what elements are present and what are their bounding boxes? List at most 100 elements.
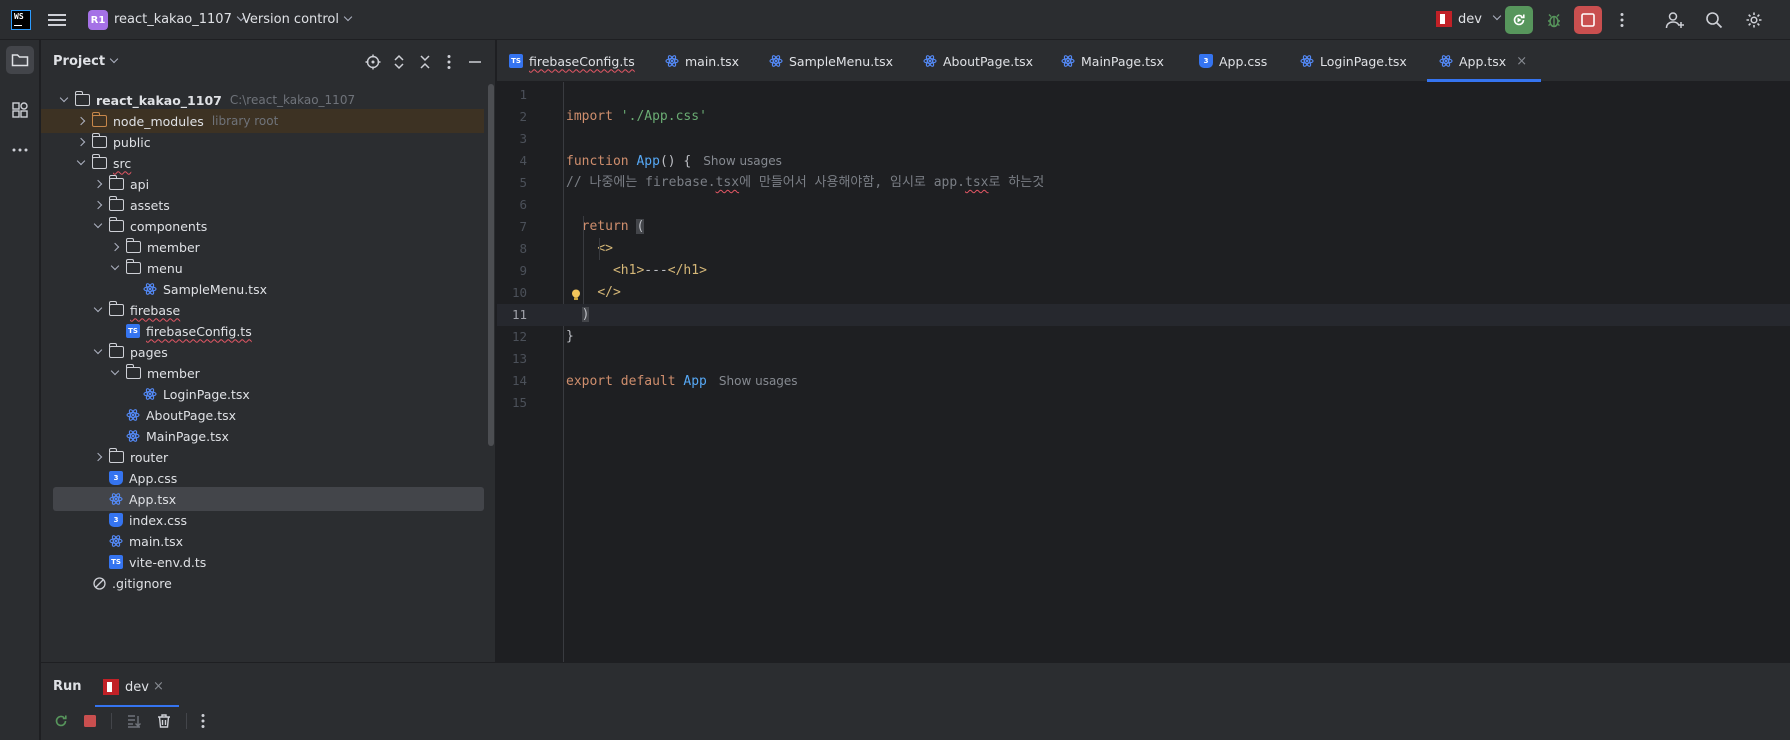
project-tree-scrollbar[interactable] [488, 84, 494, 446]
lightbulb-icon[interactable] [571, 287, 581, 300]
code-line: 1 [497, 84, 1790, 106]
react-file-icon [126, 408, 140, 422]
code-line: 14 export default App Show usages [497, 370, 1790, 392]
project-tool-button[interactable] [6, 46, 34, 74]
close-tab-icon[interactable]: × [1516, 54, 1527, 69]
editor-tab[interactable]: MainPage.tsx [1061, 40, 1164, 82]
search-button[interactable] [1700, 6, 1728, 34]
typescript-file-icon: TS [126, 324, 140, 338]
run-panel-title: Run [53, 679, 82, 694]
css-file-icon: 3 [1199, 54, 1213, 68]
show-usages-hint[interactable]: Show usages [703, 154, 782, 168]
run-toolbar [53, 713, 205, 729]
panel-options-button[interactable] [435, 48, 463, 76]
add-user-icon [1665, 12, 1684, 29]
folder-icon [125, 238, 141, 253]
run-tab-label: dev [125, 679, 149, 695]
editor-tab[interactable]: App.tsx × [1426, 40, 1542, 82]
chevron-right-icon[interactable] [91, 177, 105, 191]
run-config-selector[interactable]: dev [1436, 11, 1502, 27]
debug-button[interactable] [1540, 6, 1568, 34]
main-menu-icon[interactable] [48, 11, 66, 29]
editor-tab-label: App.css [1219, 53, 1268, 69]
react-file-icon [126, 429, 140, 443]
code-token: --- [644, 263, 668, 278]
line-number: 13 [511, 351, 527, 366]
project-view-selector[interactable]: Project [53, 54, 119, 69]
stop-button[interactable] [1574, 6, 1602, 34]
folder-icon [108, 217, 124, 232]
tree-item-label: App.css [129, 470, 178, 486]
structure-tool-button[interactable] [6, 96, 34, 124]
chevron-down-icon[interactable] [74, 156, 88, 170]
editor-tab[interactable]: LoginPage.tsx [1300, 40, 1407, 82]
chevron-down-icon[interactable] [91, 345, 105, 359]
structure-icon [12, 102, 28, 118]
more-vertical-icon [1620, 13, 1624, 27]
folder-icon [74, 91, 90, 106]
tree-item-hint: library root [211, 114, 279, 128]
line-number: 7 [519, 219, 527, 234]
project-badge[interactable]: R1 [88, 10, 108, 30]
indent-guide [583, 216, 584, 304]
settings-button[interactable] [1740, 6, 1768, 34]
scroll-to-end-icon[interactable] [126, 713, 142, 729]
folder-icon [91, 112, 107, 127]
editor-tab[interactable]: 3 App.css [1199, 40, 1267, 82]
show-usages-hint[interactable]: Show usages [719, 374, 798, 388]
code-line: 12} [497, 326, 1790, 348]
code-token: function [566, 154, 637, 169]
line-number: 4 [519, 153, 527, 168]
editor-tab[interactable]: SampleMenu.tsx [769, 40, 893, 82]
code-editor[interactable]: 1 2 import './App.css' 3 4 function App() {Sh… [497, 82, 1790, 662]
rerun-icon[interactable] [53, 713, 69, 729]
vcs-label: Version control [242, 12, 339, 27]
more-actions-button[interactable] [1608, 6, 1636, 34]
code-with-me-button[interactable] [1661, 6, 1689, 34]
chevron-down-icon[interactable] [57, 93, 71, 107]
gear-icon [1746, 12, 1762, 28]
crosshair-icon [365, 54, 381, 70]
react-file-icon [109, 534, 123, 548]
project-switcher[interactable]: react_kakao_1107 [114, 12, 246, 27]
close-run-tab-button[interactable]: × [153, 679, 164, 694]
tree-item[interactable]: .gitignore [41, 571, 484, 595]
trash-icon[interactable] [156, 713, 172, 729]
css-file-icon: 3 [109, 471, 123, 485]
code-line: 9 <h1>---</h1> [497, 260, 1790, 282]
project-panel: Project react_kakao_1107 C:\react_kakao_1… [41, 40, 496, 662]
more-tools-button[interactable] [6, 136, 34, 164]
chevron-down-icon[interactable] [91, 303, 105, 317]
tree-item-label: AboutPage.tsx [146, 407, 237, 423]
chevron-down-icon[interactable] [91, 219, 105, 233]
stop-icon[interactable] [83, 714, 97, 728]
hide-panel-button[interactable] [461, 48, 489, 76]
editor-tab[interactable]: TS firebaseConfig.ts [509, 40, 635, 82]
folder-icon [108, 175, 124, 190]
version-control-menu[interactable]: Version control [242, 12, 353, 27]
code-line: 10 </> [497, 282, 1790, 304]
chevron-down-icon[interactable] [108, 366, 122, 380]
editor-tab[interactable]: AboutPage.tsx [923, 40, 1033, 82]
more-vertical-icon[interactable] [201, 713, 205, 729]
code-line: 11 ) [497, 304, 1790, 326]
project-name: react_kakao_1107 [114, 12, 232, 27]
run-tab-dev[interactable]: dev [95, 679, 179, 707]
editor-tab[interactable]: main.tsx [665, 40, 739, 82]
toolbar-divider [111, 713, 112, 729]
folder-icon [11, 54, 29, 67]
expand-all-button[interactable] [385, 48, 413, 76]
chevron-right-icon[interactable] [74, 114, 88, 128]
locate-file-button[interactable] [359, 48, 387, 76]
chevron-right-icon[interactable] [108, 240, 122, 254]
editor-tab-label: MainPage.tsx [1081, 53, 1164, 69]
rerun-button[interactable] [1505, 6, 1533, 34]
chevron-right-icon[interactable] [91, 198, 105, 212]
chevron-down-icon[interactable] [108, 261, 122, 275]
chevron-right-icon[interactable] [74, 135, 88, 149]
chevron-right-icon[interactable] [91, 450, 105, 464]
tree-item-label: App.tsx [129, 491, 177, 507]
code-line: 7 return ( [497, 216, 1790, 238]
